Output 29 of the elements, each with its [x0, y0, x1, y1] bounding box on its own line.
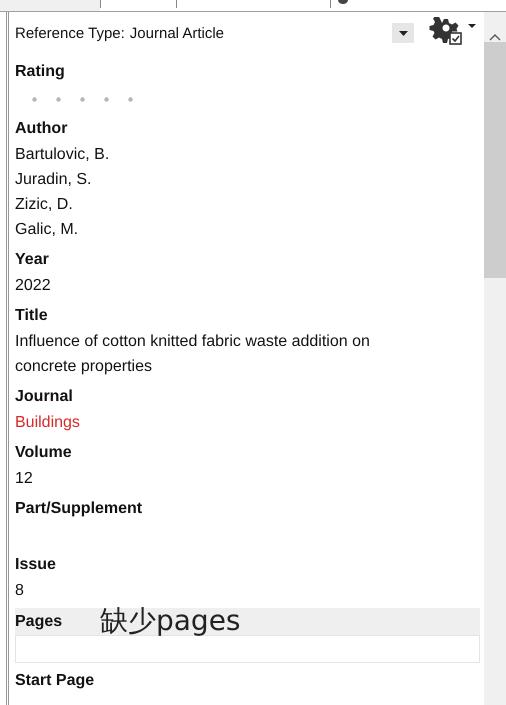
field-label: Pages — [15, 613, 62, 630]
scrollbar-thumb[interactable] — [484, 42, 506, 278]
field-value: 8 — [15, 581, 25, 601]
input-field[interactable] — [15, 635, 480, 663]
reference-type-value: Journal Article — [130, 24, 224, 42]
field-value: 12 — [15, 469, 34, 489]
field-label: Author — [15, 120, 68, 137]
field-value: Galic, M. — [15, 220, 80, 240]
field-label: Volume — [15, 444, 72, 461]
field-label: Journal — [15, 388, 73, 405]
field-value: 2022 — [15, 276, 52, 296]
field-label: Rating — [15, 63, 65, 80]
field-value: Influence of cotton knitted fabric waste addition on concrete properties — [15, 332, 371, 377]
field-value: Buildings — [15, 413, 81, 433]
scrollbar[interactable] — [484, 12, 506, 705]
field-value: Zizic, D. — [15, 195, 74, 215]
reference-type-label: Reference Type: — [15, 24, 125, 42]
field-label: Issue — [15, 556, 56, 573]
dropdown-button[interactable] — [392, 23, 414, 43]
field-label: Part/Supplement — [15, 500, 142, 517]
annotation-text: 缺少pages — [100, 604, 241, 638]
field-label: Year — [15, 251, 49, 268]
caret-icon — [398, 30, 408, 36]
field-label: Start Page — [15, 672, 94, 689]
scroll-up-icon[interactable] — [489, 34, 501, 41]
field-value: Bartulovic, B. — [15, 145, 110, 165]
field-value: Juradin, S. — [15, 170, 92, 190]
tab[interactable] — [0, 0, 100, 11]
field-label: Title — [15, 307, 48, 324]
